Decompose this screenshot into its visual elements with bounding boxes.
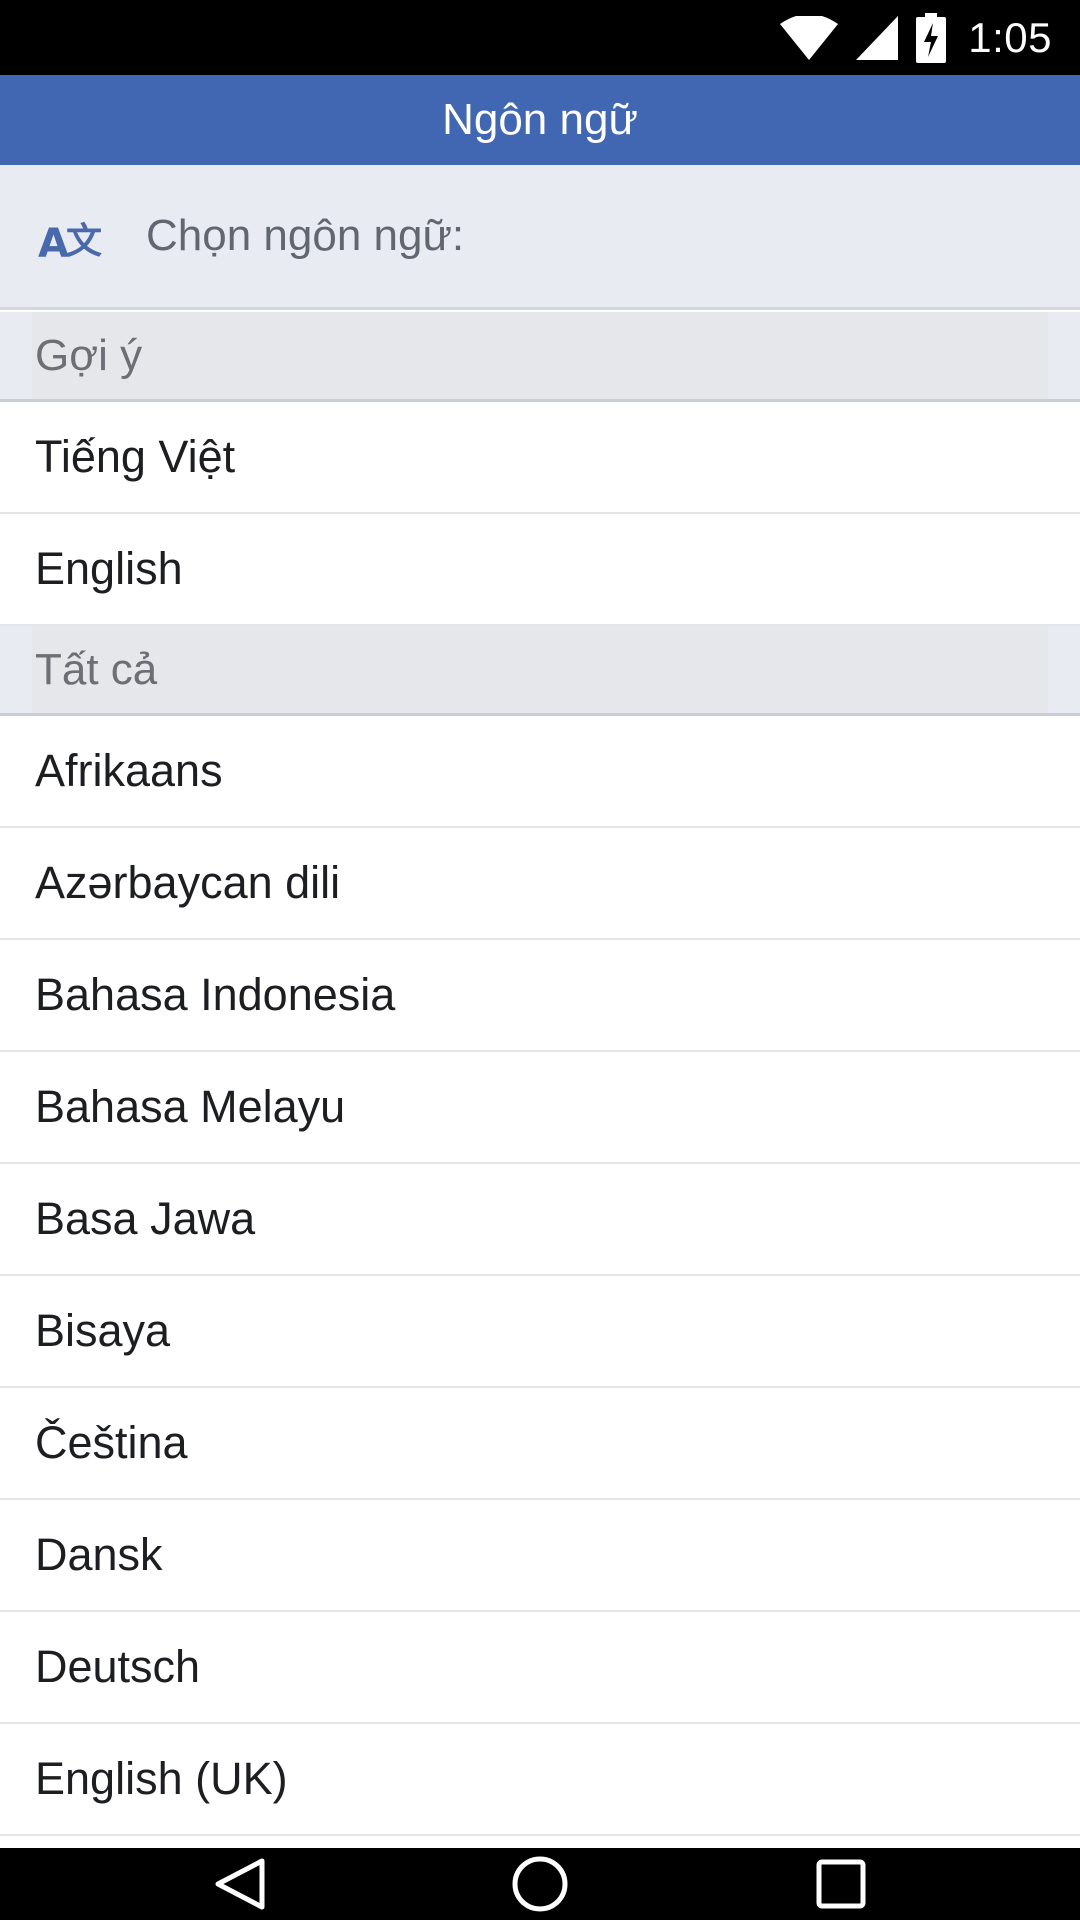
status-icons: 1:05 <box>780 0 1052 75</box>
section-header-label: Gợi ý <box>32 312 1048 399</box>
language-item-tieng-viet[interactable]: Tiếng Việt <box>0 402 1080 514</box>
section-header-label: Tất cả <box>32 626 1048 713</box>
language-prompt-row: A 文 Chọn ngôn ngữ: <box>0 165 1080 310</box>
language-item-english-uk[interactable]: English (UK) <box>0 1724 1080 1836</box>
section-header-all: Tất cả <box>0 626 1080 716</box>
language-item-dansk[interactable]: Dansk <box>0 1500 1080 1612</box>
home-icon[interactable] <box>511 1848 569 1920</box>
language-item-cestina[interactable]: Čeština <box>0 1388 1080 1500</box>
language-item-basa-jawa[interactable]: Basa Jawa <box>0 1164 1080 1276</box>
clock: 1:05 <box>968 13 1052 61</box>
recents-icon[interactable] <box>816 1848 866 1920</box>
language-item-deutsch[interactable]: Deutsch <box>0 1612 1080 1724</box>
wifi-icon <box>780 15 839 60</box>
status-bar: 1:05 <box>0 0 1080 75</box>
language-item-afrikaans[interactable]: Afrikaans <box>0 716 1080 828</box>
svg-text:A: A <box>38 221 69 263</box>
language-item-english[interactable]: English <box>0 514 1080 626</box>
page-title: Ngôn ngữ <box>442 95 638 144</box>
language-item-azerbaycan-dili[interactable]: Azərbaycan dili <box>0 828 1080 940</box>
language-item-bahasa-indonesia[interactable]: Bahasa Indonesia <box>0 940 1080 1052</box>
battery-charging-icon <box>916 12 947 63</box>
svg-text:文: 文 <box>66 221 102 262</box>
language-item-bahasa-melayu[interactable]: Bahasa Melayu <box>0 1052 1080 1164</box>
cellular-signal-icon <box>856 15 899 60</box>
language-item-bisaya[interactable]: Bisaya <box>0 1276 1080 1388</box>
all-language-list: Afrikaans Azərbaycan dili Bahasa Indones… <box>0 716 1080 1836</box>
app-bar: Ngôn ngữ <box>0 75 1080 165</box>
system-nav-bar <box>0 1848 1080 1920</box>
translate-icon: A 文 <box>38 215 108 267</box>
section-header-suggested: Gợi ý <box>0 312 1080 402</box>
back-icon[interactable] <box>212 1848 268 1920</box>
prompt-label: Chọn ngôn ngữ: <box>146 211 465 260</box>
suggested-language-list: Tiếng Việt English <box>0 402 1080 626</box>
